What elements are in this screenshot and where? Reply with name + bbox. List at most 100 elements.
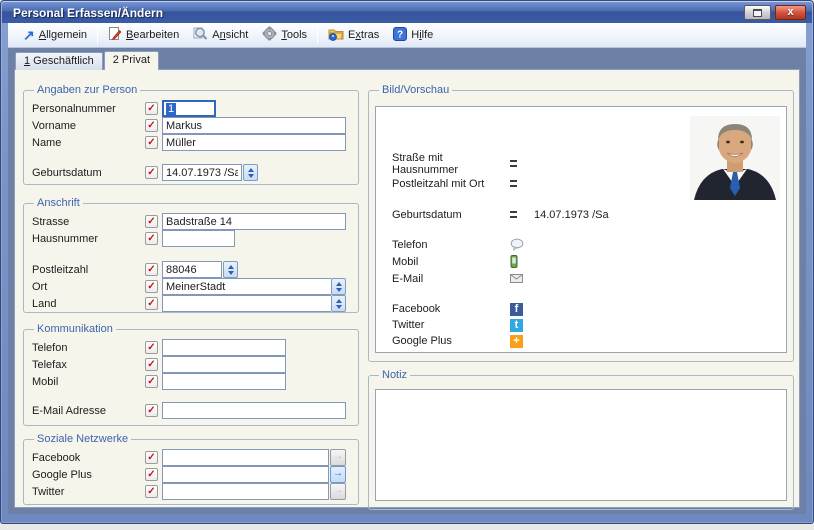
- open-googleplus-button[interactable]: →: [330, 466, 346, 483]
- required-check-icon[interactable]: ✓: [145, 119, 158, 132]
- ort-input[interactable]: [162, 278, 331, 295]
- toolbar-item-hilfe[interactable]: ? Hilfe: [386, 25, 440, 46]
- field-label: Hausnummer: [32, 233, 145, 245]
- required-check-icon[interactable]: ✓: [145, 232, 158, 245]
- date-spinner[interactable]: [243, 164, 258, 181]
- group-anschrift: Anschrift Strasse ✓ Hausnummer ✓ Postlei…: [23, 197, 359, 313]
- spin-up-icon: [248, 168, 254, 172]
- facebook-input[interactable]: [162, 449, 329, 466]
- selected-text: 1: [166, 103, 176, 115]
- gear-icon: [262, 26, 277, 44]
- twitter-icon: t: [510, 319, 523, 332]
- group-title: Anschrift: [34, 197, 83, 209]
- preview-label: Geburtsdatum: [392, 209, 510, 221]
- googleplus-icon: +: [510, 335, 523, 348]
- required-check-icon[interactable]: ✓: [145, 136, 158, 149]
- spin-up-icon: [228, 265, 234, 269]
- field-label: Vorname: [32, 120, 145, 132]
- required-check-icon[interactable]: ✓: [145, 358, 158, 371]
- group-bild-vorschau: Bild/Vorschau: [368, 84, 794, 362]
- field-label: E-Mail Adresse: [32, 405, 145, 417]
- ort-spinner[interactable]: [331, 278, 346, 295]
- notiz-textarea[interactable]: [375, 389, 787, 501]
- tab-strip: 1 Geschäftlich 2 Privat: [15, 51, 160, 70]
- tab-privat[interactable]: 2 Privat: [104, 51, 159, 70]
- required-check-icon[interactable]: ✓: [145, 280, 158, 293]
- field-label: Telefon: [32, 342, 145, 354]
- close-window-button[interactable]: x: [775, 5, 806, 20]
- twitter-input[interactable]: [162, 483, 329, 500]
- required-check-icon[interactable]: ✓: [145, 297, 158, 310]
- speech-bubble-icon: [510, 238, 528, 251]
- required-check-icon[interactable]: ✓: [145, 215, 158, 228]
- app-window: Personal Erfassen/Ändern x ↗ Allgemein B…: [0, 0, 814, 524]
- email-input[interactable]: [162, 402, 346, 419]
- postleitzahl-input[interactable]: [162, 261, 222, 278]
- toolbar-separator: [317, 26, 318, 44]
- group-soziale-netzwerke: Soziale Netzwerke Facebook ✓ → Google Pl…: [23, 433, 359, 505]
- preview-label: Postleitzahl mit Ort: [392, 178, 510, 190]
- field-label: Geburtsdatum: [32, 167, 145, 179]
- svg-text:?: ?: [397, 29, 403, 40]
- toolbar-separator: [97, 26, 98, 44]
- equals-bullet-icon: [510, 211, 517, 218]
- required-check-icon[interactable]: ✓: [145, 404, 158, 417]
- googleplus-input[interactable]: [162, 466, 329, 483]
- preview-label: Straße mit Hausnummer: [392, 152, 510, 176]
- telefon-input[interactable]: [162, 339, 286, 356]
- required-check-icon[interactable]: ✓: [145, 341, 158, 354]
- required-check-icon[interactable]: ✓: [145, 102, 158, 115]
- required-check-icon[interactable]: ✓: [145, 166, 158, 179]
- field-label: Google Plus: [32, 469, 145, 481]
- preview-label: Telefon: [392, 239, 510, 251]
- open-facebook-button[interactable]: →: [330, 449, 346, 466]
- toolbar-item-extras[interactable]: Extras: [321, 25, 386, 46]
- close-icon: x: [787, 7, 793, 18]
- arrow-up-right-icon: ↗: [23, 28, 35, 42]
- mobil-input[interactable]: [162, 373, 286, 390]
- required-check-icon[interactable]: ✓: [145, 451, 158, 464]
- land-input[interactable]: [162, 295, 331, 312]
- vorname-input[interactable]: [162, 117, 346, 134]
- toolbar: ↗ Allgemein Bearbeiten Ansicht Tools Ext…: [8, 23, 806, 48]
- spin-down-icon: [336, 305, 342, 309]
- field-label: Strasse: [32, 216, 145, 228]
- toolbar-item-bearbeiten[interactable]: Bearbeiten: [101, 24, 186, 46]
- edit-page-icon: [108, 26, 122, 44]
- group-notiz: Notiz: [368, 369, 794, 510]
- spin-down-icon: [248, 174, 254, 178]
- group-title: Soziale Netzwerke: [34, 433, 131, 445]
- tab-geschaeftlich[interactable]: 1 Geschäftlich: [15, 52, 103, 70]
- plz-spinner[interactable]: [223, 261, 238, 278]
- help-icon: ?: [393, 27, 407, 44]
- group-title: Notiz: [379, 369, 410, 381]
- tab-page-privat: Angaben zur Person Personalnummer ✓ 1 Vo…: [14, 69, 800, 508]
- geburtsdatum-input[interactable]: [162, 164, 242, 181]
- required-check-icon[interactable]: ✓: [145, 485, 158, 498]
- name-input[interactable]: [162, 134, 346, 151]
- window-title: Personal Erfassen/Ändern: [13, 6, 744, 20]
- spin-up-icon: [336, 282, 342, 286]
- personalnummer-input[interactable]: 1: [162, 100, 216, 117]
- spin-down-icon: [336, 288, 342, 292]
- toolbar-item-ansicht[interactable]: Ansicht: [186, 24, 255, 46]
- group-title: Angaben zur Person: [34, 84, 140, 96]
- toolbar-item-allgemein[interactable]: ↗ Allgemein: [16, 26, 94, 44]
- preview-label: Twitter: [392, 319, 510, 331]
- telefax-input[interactable]: [162, 356, 286, 373]
- equals-bullet-icon: [510, 180, 517, 187]
- mobile-phone-icon: [510, 255, 528, 268]
- required-check-icon[interactable]: ✓: [145, 263, 158, 276]
- group-angaben-zur-person: Angaben zur Person Personalnummer ✓ 1 Vo…: [23, 84, 359, 185]
- field-label: Facebook: [32, 452, 145, 464]
- required-check-icon[interactable]: ✓: [145, 375, 158, 388]
- toolbar-item-tools[interactable]: Tools: [255, 24, 314, 46]
- equals-bullet-icon: [510, 160, 517, 167]
- required-check-icon[interactable]: ✓: [145, 468, 158, 481]
- strasse-input[interactable]: [162, 213, 346, 230]
- land-spinner[interactable]: [331, 295, 346, 312]
- open-twitter-button[interactable]: →: [330, 483, 346, 500]
- restore-window-button[interactable]: [744, 5, 771, 20]
- restore-icon: [753, 9, 762, 17]
- hausnummer-input[interactable]: [162, 230, 235, 247]
